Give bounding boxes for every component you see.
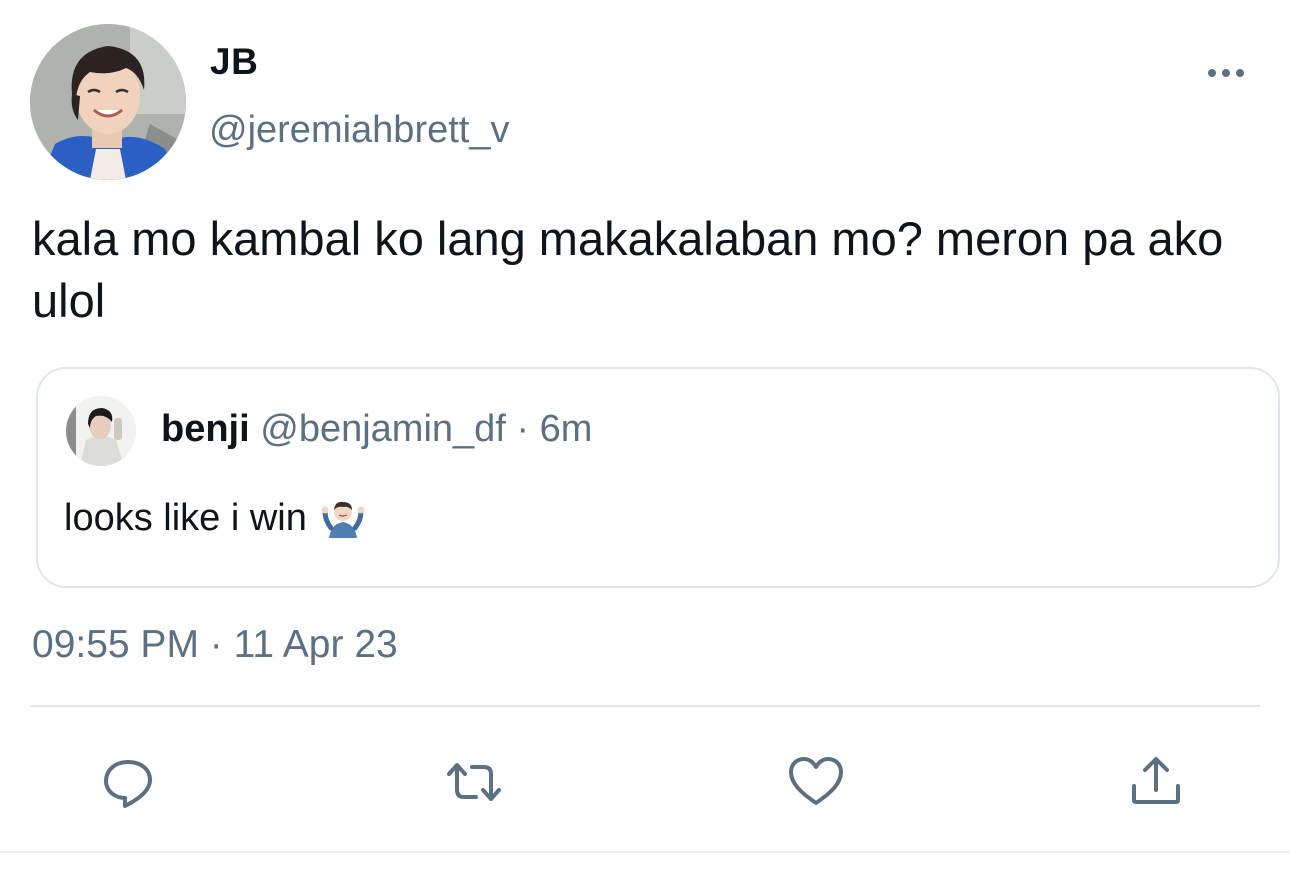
quoted-text-row: looks like i win [64,496,365,540]
quoted-tweet-card[interactable]: benji @benjamin_df · 6m looks like i win [36,367,1280,588]
tweet-date: 11 Apr 23 [233,623,398,666]
author-avatar-image [30,24,186,180]
divider [30,705,1260,707]
quoted-time[interactable]: 6m [540,408,593,450]
quoted-text: looks like i win [64,497,307,539]
quoted-display-name[interactable]: benji [161,408,250,450]
reply-icon [104,760,152,808]
bottom-divider [0,851,1290,853]
quoted-header: benji @benjamin_df · 6m [161,407,592,451]
more-options-icon[interactable] [1204,60,1248,86]
author-avatar[interactable] [30,24,186,180]
quoted-handle[interactable]: @benjamin_df [260,408,506,450]
reply-button[interactable] [98,752,158,812]
quoted-separator: · [516,408,530,450]
quoted-author-avatar[interactable] [66,396,136,466]
author-display-name[interactable]: JB [210,42,258,82]
share-icon [1132,757,1180,804]
shrug-emoji-icon [321,498,365,538]
author-handle[interactable]: @jeremiahbrett_v [209,108,509,152]
tweet-text: kala mo kambal ko lang makakalaban mo? m… [32,212,1224,327]
heart-icon [789,757,843,805]
retweet-icon [447,763,501,801]
share-button[interactable] [1126,752,1186,812]
tweet-timestamp[interactable]: 09:55 PM · 11 Apr 23 [32,622,398,668]
tweet-timestamp-separator: · [209,623,223,666]
tweet-time: 09:55 PM [32,623,199,666]
like-button[interactable] [786,752,846,812]
quoted-avatar-image [66,396,136,466]
retweet-button[interactable] [444,752,504,812]
